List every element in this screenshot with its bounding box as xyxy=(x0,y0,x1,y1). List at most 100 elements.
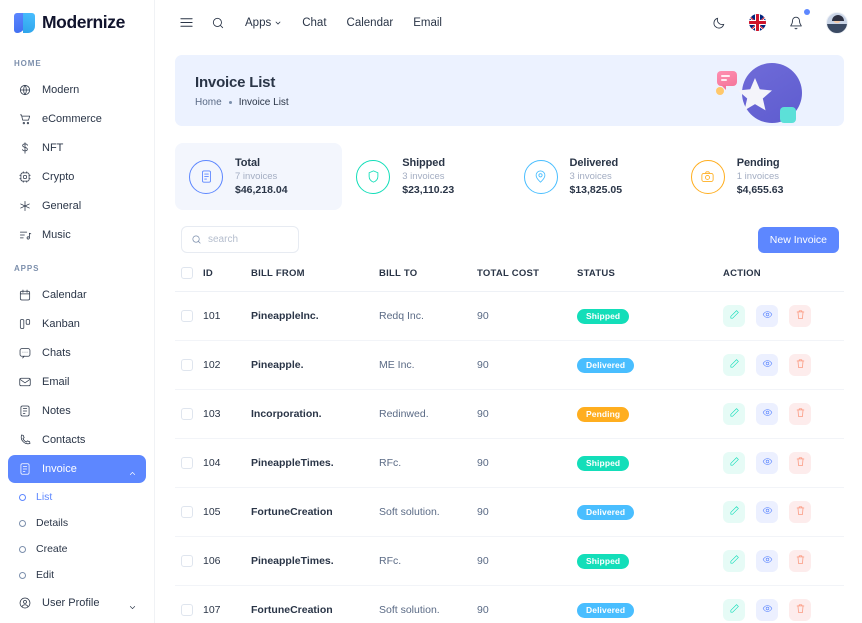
search-field[interactable] xyxy=(181,226,299,253)
dark-mode-moon-icon[interactable] xyxy=(706,10,732,36)
edit-button[interactable] xyxy=(723,354,745,376)
view-button[interactable] xyxy=(756,305,778,327)
topbar-link-email[interactable]: Email xyxy=(413,17,442,29)
mail-icon xyxy=(17,375,32,390)
sidebar-subitem-details[interactable]: Details xyxy=(8,510,146,536)
edit-button[interactable] xyxy=(723,452,745,474)
sidebar-item-email[interactable]: Email xyxy=(8,368,146,396)
search-icon[interactable] xyxy=(205,10,231,36)
brand-logo[interactable]: Modernize xyxy=(0,0,154,45)
column-header-bill-from: BILL FROM xyxy=(251,267,379,292)
delete-button[interactable] xyxy=(789,403,811,425)
sidebar-item-calendar[interactable]: Calendar xyxy=(8,281,146,309)
sidebar-item-invoice[interactable]: Invoice xyxy=(8,455,146,483)
sidebar-item-ecommerce[interactable]: eCommerce xyxy=(8,105,146,133)
search-input[interactable] xyxy=(208,234,289,245)
edit-button[interactable] xyxy=(723,305,745,327)
eye-icon xyxy=(762,309,773,323)
table-row[interactable]: 107FortuneCreationSoft solution.90Delive… xyxy=(175,586,844,623)
view-button[interactable] xyxy=(756,550,778,572)
sidebar-item-crypto[interactable]: Crypto xyxy=(8,163,146,191)
sidebar-nav: HomeModerneCommerceNFTCryptoGeneralMusic… xyxy=(0,45,154,623)
stat-amount: $13,825.05 xyxy=(570,184,623,196)
hamburger-menu-icon[interactable] xyxy=(173,10,199,36)
row-select-cell xyxy=(175,537,203,586)
trash-icon xyxy=(795,407,806,421)
edit-button[interactable] xyxy=(723,550,745,572)
sidebar-item-music[interactable]: Music xyxy=(8,221,146,249)
row-checkbox[interactable] xyxy=(181,506,193,518)
topbar-link-chat[interactable]: Chat xyxy=(302,17,326,29)
table-row[interactable]: 106PineappleTimes.RFc.90Shipped xyxy=(175,537,844,586)
shield-icon xyxy=(356,160,390,194)
topbar-link-apps[interactable]: Apps xyxy=(245,17,282,29)
table-row[interactable]: 105FortuneCreationSoft solution.90Delive… xyxy=(175,488,844,537)
sidebar-item-user-profile[interactable]: User Profile xyxy=(8,589,146,617)
view-button[interactable] xyxy=(756,599,778,621)
sidebar-item-label: Crypto xyxy=(42,171,74,183)
edit-button[interactable] xyxy=(723,403,745,425)
cell-bill-to: Soft solution. xyxy=(379,488,477,537)
delete-button[interactable] xyxy=(789,354,811,376)
user-avatar[interactable] xyxy=(826,12,848,34)
table-row[interactable]: 102Pineapple.ME Inc.90Delivered xyxy=(175,341,844,390)
row-checkbox[interactable] xyxy=(181,604,193,616)
row-checkbox[interactable] xyxy=(181,310,193,322)
table-toolbar: New Invoice xyxy=(175,226,844,253)
row-checkbox[interactable] xyxy=(181,359,193,371)
row-checkbox[interactable] xyxy=(181,555,193,567)
topbar-link-calendar[interactable]: Calendar xyxy=(347,17,394,29)
delete-button[interactable] xyxy=(789,452,811,474)
view-button[interactable] xyxy=(756,403,778,425)
language-flag-icon[interactable] xyxy=(749,14,766,31)
row-checkbox[interactable] xyxy=(181,408,193,420)
invoice-icon xyxy=(17,462,32,477)
sidebar-item-nft[interactable]: NFT xyxy=(8,134,146,162)
table-row[interactable]: 104PineappleTimes.RFc.90Shipped xyxy=(175,439,844,488)
page-title: Invoice List xyxy=(195,74,289,91)
cell-actions xyxy=(723,439,844,488)
cell-bill-to: Redinwed. xyxy=(379,390,477,439)
notifications-bell-icon[interactable] xyxy=(783,10,809,36)
breadcrumb-home[interactable]: Home xyxy=(195,97,222,108)
stat-card-delivered[interactable]: Delivered3 invoices$13,825.05 xyxy=(510,143,677,210)
view-button[interactable] xyxy=(756,452,778,474)
stat-title: Delivered xyxy=(570,157,623,169)
sidebar-item-kanban[interactable]: Kanban xyxy=(8,310,146,338)
cell-total-cost: 90 xyxy=(477,537,577,586)
pencil-icon xyxy=(729,358,740,372)
sidebar-subitem-label: Edit xyxy=(36,569,54,581)
sidebar-subitem-create[interactable]: Create xyxy=(8,536,146,562)
row-checkbox[interactable] xyxy=(181,457,193,469)
view-button[interactable] xyxy=(756,501,778,523)
sidebar-item-chats[interactable]: Chats xyxy=(8,339,146,367)
select-all-checkbox[interactable] xyxy=(181,267,193,279)
delete-button[interactable] xyxy=(789,599,811,621)
sidebar-item-label: Contacts xyxy=(42,434,85,446)
sidebar-item-blogs[interactable]: Blogs xyxy=(8,618,146,623)
edit-button[interactable] xyxy=(723,599,745,621)
sidebar-item-modern[interactable]: Modern xyxy=(8,76,146,104)
delete-button[interactable] xyxy=(789,550,811,572)
stat-card-shipped[interactable]: Shipped3 invoices$23,110.23 xyxy=(342,143,509,210)
stat-card-total[interactable]: Total7 invoices$46,218.04 xyxy=(175,143,342,210)
delete-button[interactable] xyxy=(789,501,811,523)
delete-button[interactable] xyxy=(789,305,811,327)
sidebar-item-general[interactable]: General xyxy=(8,192,146,220)
bullet-circle-icon xyxy=(19,546,26,553)
sidebar-item-notes[interactable]: Notes xyxy=(8,397,146,425)
view-button[interactable] xyxy=(756,354,778,376)
edit-button[interactable] xyxy=(723,501,745,523)
table-row[interactable]: 103Incorporation.Redinwed.90Pending xyxy=(175,390,844,439)
cell-id: 104 xyxy=(203,439,251,488)
sidebar-subitem-list[interactable]: List xyxy=(8,484,146,510)
sidebar-subitem-edit[interactable]: Edit xyxy=(8,562,146,588)
cell-status: Shipped xyxy=(577,537,723,586)
cell-status: Shipped xyxy=(577,292,723,341)
sidebar-item-contacts[interactable]: Contacts xyxy=(8,426,146,454)
new-invoice-button[interactable]: New Invoice xyxy=(758,227,839,253)
row-actions xyxy=(723,305,844,327)
sidebar-item-label: Chats xyxy=(42,347,71,359)
stat-card-pending[interactable]: Pending1 invoices$4,655.63 xyxy=(677,143,844,210)
table-row[interactable]: 101PineappleInc.Redq Inc.90Shipped xyxy=(175,292,844,341)
